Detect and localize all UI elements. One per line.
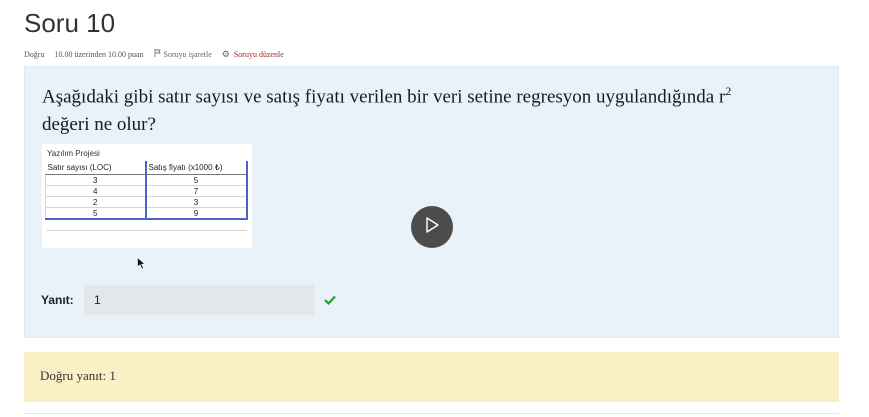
play-icon: [424, 216, 440, 239]
question-score: 10.00 üzerinden 10.00 puan: [54, 49, 144, 59]
edit-question-link[interactable]: ⚙ Soruyu düzenle: [222, 49, 284, 60]
answer-input[interactable]: [84, 285, 314, 315]
table-header-row: Satır sayısı (LOC) Satış fiyatı (x1000 ₺…: [45, 161, 248, 175]
table-cell: 5: [45, 207, 147, 220]
flag-question-link[interactable]: Soruyu işaretle: [154, 49, 212, 59]
table-cell-empty: [45, 219, 146, 231]
correct-answer-text: Doğru yanıt: 1: [40, 368, 116, 383]
answer-label: Yanıt:: [41, 293, 74, 307]
question-text-end: değeri ne olur?: [42, 114, 156, 136]
mouse-cursor-icon: [137, 256, 146, 275]
question-text-main: Aşağıdaki gibi satır sayısı ve satış fiy…: [42, 86, 726, 108]
edit-question-label: Soruyu düzenle: [233, 49, 284, 59]
question-status: Doğru: [24, 49, 45, 59]
table-cell: 9: [145, 207, 248, 220]
table-row-empty: [45, 219, 247, 231]
table-row: 4 7: [45, 185, 248, 197]
feedback-box: Doğru yanıt: 1: [24, 352, 839, 402]
question-figure: Yazılım Projesi Satır sayısı (LOC) Satış…: [42, 144, 252, 248]
table-row: 2 3: [45, 196, 248, 208]
check-icon: [324, 295, 336, 305]
video-play-button[interactable]: [411, 206, 453, 248]
table-cell: 3: [145, 196, 248, 208]
table-cell: 5: [145, 174, 248, 186]
flag-icon: [154, 49, 161, 59]
question-content: Aşağıdaki gibi satır sayısı ve satış fiy…: [24, 66, 839, 338]
answer-row: Yanıt:: [41, 285, 336, 315]
table-row: 5 9: [45, 207, 248, 220]
table-cell: 3: [45, 174, 147, 186]
gear-icon: ⚙: [221, 48, 230, 59]
question-info: Doğru 10.00 üzerinden 10.00 puan Soruyu …: [24, 47, 284, 61]
figure-title: Yazılım Projesi: [47, 149, 100, 158]
data-table: Satır sayısı (LOC) Satış fiyatı (x1000 ₺…: [45, 161, 248, 231]
question-title: Soru 10: [24, 8, 116, 38]
table-header: Satır sayısı (LOC): [45, 161, 147, 175]
question-text-sup: 2: [725, 84, 732, 98]
table-cell: 4: [45, 185, 147, 197]
flag-question-label: Soruyu işaretle: [163, 49, 212, 59]
table-cell: 7: [145, 185, 248, 197]
table-header: Satış fiyatı (x1000 ₺): [145, 161, 248, 175]
question-text: Aşağıdaki gibi satır sayısı ve satış fiy…: [42, 77, 832, 139]
table-cell: 2: [45, 196, 147, 208]
divider: [24, 413, 839, 414]
table-row: 3 5: [45, 174, 248, 186]
table-cell-empty: [145, 219, 247, 231]
